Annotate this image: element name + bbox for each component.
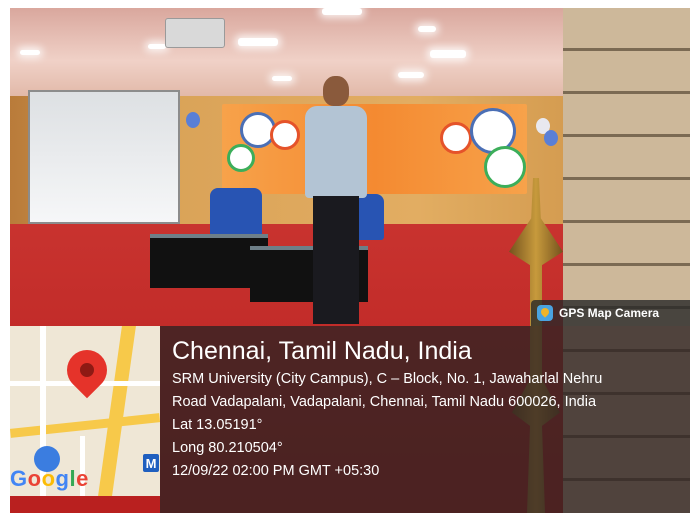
map-thumbnail: Google M <box>10 326 160 496</box>
location-info: Chennai, Tamil Nadu, India SRM Universit… <box>160 326 690 513</box>
address-line-2: Road Vadapalani, Vadapalani, Chennai, Ta… <box>172 394 597 410</box>
location-city: Chennai, Tamil Nadu, India <box>172 337 472 365</box>
speaker-pants <box>313 196 359 324</box>
gps-map-camera-tag: GPS Map Camera <box>531 300 690 326</box>
balloon <box>544 130 558 146</box>
longitude: Long 80.210504° <box>172 440 283 456</box>
map-pin-icon <box>58 341 116 399</box>
ceiling-light <box>20 50 40 55</box>
balloon <box>186 112 200 128</box>
metro-station-icon: M <box>143 454 159 472</box>
ceiling-light <box>272 76 292 81</box>
ceiling-light <box>238 38 278 46</box>
speaker-shirt <box>305 106 367 198</box>
ceiling-light <box>322 8 362 15</box>
ceiling-light <box>430 50 466 58</box>
ceiling-light <box>148 44 166 49</box>
gps-tag-label: GPS Map Camera <box>559 306 660 320</box>
banner-circle <box>440 122 472 154</box>
ceiling-light <box>418 26 436 32</box>
google-logo: Google <box>10 466 89 491</box>
map-road <box>98 326 136 496</box>
event-banner <box>222 104 527 194</box>
ceiling-light <box>398 72 424 78</box>
projection-screen <box>28 90 180 224</box>
projector <box>165 18 225 48</box>
timestamp: 12/09/22 02:00 PM GMT +05:30 <box>172 463 380 479</box>
banner-circle <box>270 120 300 150</box>
chair <box>356 194 384 240</box>
banner-circle <box>227 144 255 172</box>
address-line-1: SRM University (City Campus), C – Block,… <box>172 371 603 387</box>
speaker-head <box>323 76 349 106</box>
latitude: Lat 13.05191° <box>172 417 263 433</box>
chair <box>210 188 262 236</box>
gps-overlay-panel: Google M Chennai, Tamil Nadu, India SRM … <box>10 326 690 513</box>
banner-circle <box>484 146 526 188</box>
gps-map-camera-icon <box>537 305 553 321</box>
map-road <box>10 413 160 438</box>
